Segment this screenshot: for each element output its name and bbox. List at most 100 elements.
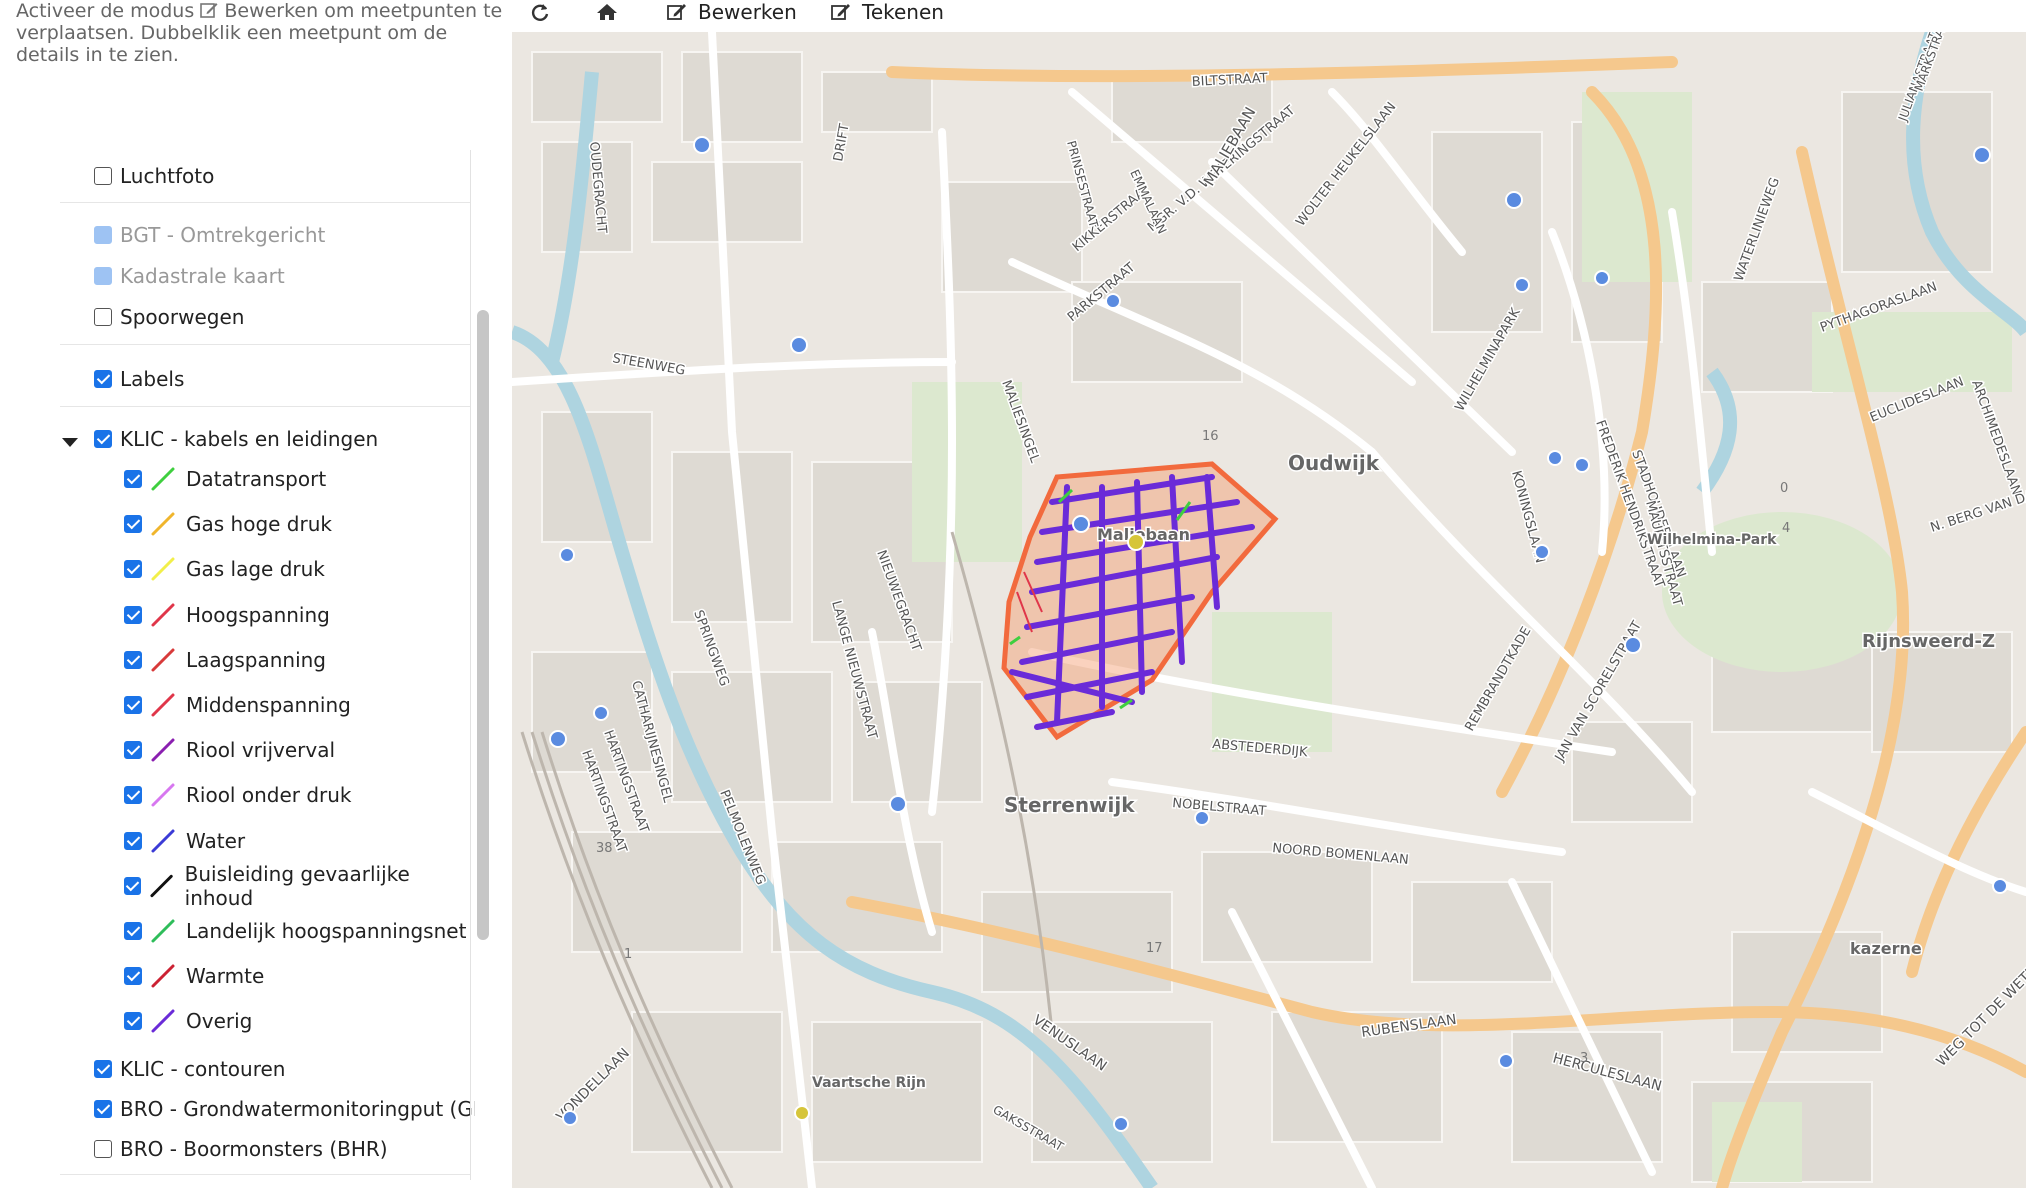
- bro-gmw-checkbox[interactable]: [94, 1100, 112, 1118]
- spoorwegen-checkbox[interactable]: [94, 308, 112, 326]
- divider: [60, 1174, 470, 1175]
- route-number-label: 3: [1580, 1051, 1588, 1066]
- layer-klic-contouren[interactable]: KLIC - contouren: [94, 1051, 285, 1087]
- sublayer-checkbox[interactable]: [124, 831, 142, 850]
- klic-contouren-checkbox[interactable]: [94, 1060, 112, 1078]
- layer-luchtfoto[interactable]: Luchtfoto: [94, 158, 214, 194]
- layer-label: BRO - Boormonsters (BHR): [120, 1137, 388, 1161]
- klic-sublayer-item[interactable]: Riool vrijverval: [124, 732, 335, 768]
- layer-list-scrollbar[interactable]: [477, 310, 489, 940]
- sublayer-checkbox[interactable]: [124, 967, 142, 986]
- edit-icon: [831, 4, 850, 20]
- sublayer-label: Middenspanning: [186, 693, 351, 717]
- place-label: Sterrenwijk: [1004, 793, 1135, 817]
- collapse-caret-icon[interactable]: [62, 438, 78, 447]
- layer-label: BGT - Omtrekgericht: [120, 223, 326, 247]
- layer-spoorwegen[interactable]: Spoorwegen: [94, 299, 244, 335]
- edit-icon: [667, 4, 686, 20]
- sublayer-label: Water: [186, 828, 246, 853]
- home-button[interactable]: [596, 0, 628, 24]
- edit-mode-button[interactable]: Bewerken: [666, 0, 797, 24]
- klic-sublayer-item[interactable]: Overig: [124, 1003, 252, 1039]
- divider: [60, 202, 470, 203]
- sublayer-label: Datatransport: [186, 467, 327, 491]
- sublayer-label: Overig: [186, 1009, 253, 1034]
- home-icon: [597, 4, 617, 20]
- place-label: Rijnsweerd-Z: [1862, 631, 1995, 652]
- line-style-swatch-icon: [151, 783, 175, 807]
- klic-sublayer-item[interactable]: Datatransport: [124, 461, 326, 497]
- layer-klic[interactable]: KLIC - kabels en leidingen: [94, 421, 378, 457]
- place-label: kazerne: [1850, 939, 1922, 958]
- layer-label: KLIC - kabels en leidingen: [120, 427, 379, 451]
- labels-checkbox[interactable]: [94, 370, 112, 388]
- divider: [60, 406, 470, 407]
- place-label: Oudwijk: [1288, 451, 1380, 475]
- route-number-label: 17: [1146, 941, 1163, 956]
- sublayer-label: Riool vrijverval: [186, 738, 336, 763]
- place-label: Wilhelmina-Park: [1647, 532, 1777, 548]
- sidebar: Activeer de modus Bewerken om meetpunten…: [0, 0, 510, 1188]
- sublayer-checkbox[interactable]: [124, 876, 142, 895]
- route-number-label: 38: [596, 841, 613, 856]
- klic-checkbox[interactable]: [94, 430, 112, 448]
- hint-text-before: Activeer de modus: [16, 0, 195, 22]
- layer-label: Spoorwegen: [120, 305, 245, 329]
- bgt-checkbox: [94, 226, 112, 244]
- bro-bhr-checkbox[interactable]: [94, 1140, 112, 1158]
- line-style-swatch-icon: [151, 512, 175, 536]
- klic-sublayer-item[interactable]: Riool onder druk: [124, 777, 352, 813]
- layer-label: Kadastrale kaart: [120, 264, 285, 288]
- layer-bro-bhr[interactable]: BRO - Boormonsters (BHR): [94, 1131, 388, 1167]
- refresh-button[interactable]: [530, 0, 560, 24]
- sublayer-checkbox[interactable]: [124, 515, 142, 534]
- map-svg[interactable]: BILTSTRAATDRIFTOUDEGRACHT KIKKERSTRAATMGR…: [512, 32, 2026, 1188]
- route-number-label: 4: [1782, 521, 1790, 536]
- refresh-icon: [531, 4, 549, 21]
- line-style-swatch-icon: [151, 1009, 175, 1033]
- place-label: Vaartsche Rijn: [812, 1075, 926, 1091]
- layer-bro-gmw[interactable]: BRO - Grondwatermonitoringput (GMW): [94, 1091, 475, 1127]
- sublayer-label: Gas lage druk: [186, 557, 325, 582]
- edit-icon: [200, 1, 218, 19]
- sublayer-checkbox[interactable]: [124, 470, 142, 488]
- line-style-swatch-icon: [151, 829, 175, 853]
- line-style-swatch-icon: [151, 693, 175, 717]
- draw-mode-button[interactable]: Tekenen: [830, 0, 944, 24]
- layer-bgt: BGT - Omtrekgericht: [94, 217, 325, 253]
- sublayer-checkbox[interactable]: [124, 696, 142, 714]
- line-style-swatch-icon: [151, 557, 175, 581]
- sublayer-checkbox[interactable]: [124, 650, 142, 669]
- route-number-label: 16: [1202, 429, 1219, 444]
- sublayer-checkbox[interactable]: [124, 922, 142, 940]
- map-canvas[interactable]: BILTSTRAAT DRIFT OUDEGRACHT KIKKERSTRAAT MGR…: [512, 32, 2026, 1188]
- klic-sublayer-item[interactable]: Middenspanning: [124, 687, 351, 723]
- line-style-swatch-icon: [150, 874, 174, 897]
- sublayer-checkbox[interactable]: [124, 741, 142, 760]
- line-style-swatch-icon: [151, 964, 175, 988]
- hint-mode-name: Bewerken: [224, 0, 319, 22]
- sublayer-checkbox[interactable]: [124, 786, 142, 805]
- klic-sublayer-item[interactable]: Warmte: [124, 958, 264, 994]
- route-number-label: 1: [624, 947, 632, 962]
- layer-labels[interactable]: Labels: [94, 361, 184, 397]
- sublayer-checkbox[interactable]: [124, 560, 142, 579]
- luchtfoto-checkbox[interactable]: [94, 167, 112, 185]
- sublayer-label: Laagspanning: [186, 647, 326, 672]
- layer-label: Luchtfoto: [120, 164, 215, 188]
- klic-sublayer-item[interactable]: Gas hoge druk: [124, 506, 332, 542]
- layer-label: Labels: [120, 367, 185, 391]
- klic-sublayer-item[interactable]: Laagspanning: [124, 642, 326, 678]
- klic-sublayer-item[interactable]: Gas lage druk: [124, 551, 325, 587]
- klic-sublayer-item[interactable]: Buisleiding gevaarlijke inhoud: [124, 862, 475, 910]
- klic-sublayer-item[interactable]: Water: [124, 823, 245, 859]
- sublayer-checkbox[interactable]: [124, 605, 142, 624]
- sublayer-checkbox[interactable]: [124, 1012, 142, 1031]
- line-style-swatch-icon: [151, 919, 175, 943]
- layer-label: KLIC - contouren: [120, 1057, 286, 1081]
- klic-sublayer-item[interactable]: Hoogspanning: [124, 597, 330, 633]
- map-toolbar: Bewerken Tekenen: [510, 0, 2026, 30]
- klic-sublayer-item[interactable]: Landelijk hoogspanningsnet: [124, 913, 466, 949]
- line-style-swatch-icon: [151, 467, 175, 491]
- sublayer-label: Hoogspanning: [186, 602, 330, 627]
